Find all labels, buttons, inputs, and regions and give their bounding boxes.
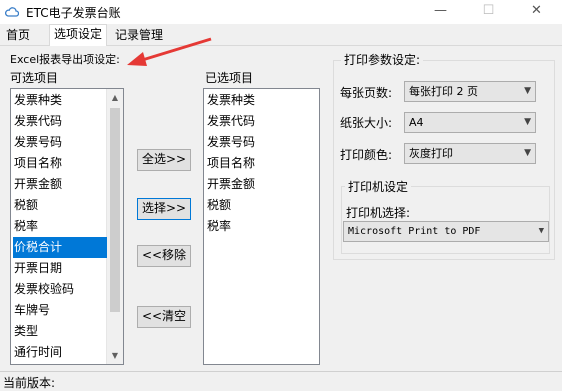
- print-color-label: 打印颜色:: [340, 148, 393, 162]
- remove-button[interactable]: <<移除: [137, 245, 191, 267]
- tab-home[interactable]: 首页: [2, 26, 34, 46]
- selected-list-item[interactable]: 项目名称: [206, 153, 318, 174]
- printer-select[interactable]: Microsoft Print to PDF ▼: [343, 221, 549, 242]
- copies-select[interactable]: 每张打印 2 页 ▼: [404, 81, 536, 102]
- scroll-thumb[interactable]: [110, 108, 120, 312]
- close-icon[interactable]: ✕: [514, 0, 559, 24]
- selected-list-item[interactable]: 税率: [206, 216, 318, 237]
- available-list-item[interactable]: 价税合计: [13, 237, 107, 258]
- print-settings-title: 打印参数设定:: [341, 51, 424, 68]
- selected-items-label: 已选项目: [205, 71, 254, 85]
- window-title: ETC电子发票台账: [26, 6, 121, 20]
- select-button[interactable]: 选择>>: [137, 198, 191, 220]
- paper-size-label: 纸张大小:: [340, 116, 393, 130]
- available-list-item[interactable]: 类型: [13, 321, 107, 342]
- printer-value: Microsoft Print to PDF: [348, 226, 481, 237]
- available-list-item[interactable]: 项目名称: [13, 153, 107, 174]
- available-items-list[interactable]: ▲ ▼ 发票种类 发票代码 发票号码 项目名称 开票金额 税额 税率 价税合计 开票日期 发票校验…: [10, 88, 124, 365]
- available-list-item[interactable]: 发票种类: [13, 90, 107, 111]
- clear-button[interactable]: <<清空: [137, 306, 191, 328]
- version-label: 当前版本:: [3, 376, 56, 390]
- printer-select-label: 打印机选择:: [346, 206, 411, 220]
- available-list-item[interactable]: 发票号码: [13, 132, 107, 153]
- app-cloud-icon: [5, 7, 19, 17]
- selected-list-item[interactable]: 发票种类: [206, 90, 318, 111]
- selected-list-item[interactable]: 发票代码: [206, 111, 318, 132]
- chevron-down-icon: ▼: [524, 148, 531, 158]
- selected-items-list[interactable]: 发票种类 发票代码 发票号码 项目名称 开票金额 税额 税率: [203, 88, 320, 365]
- title-bar: ETC电子发票台账 — ☐ ✕: [0, 0, 562, 24]
- available-list-item[interactable]: 发票代码: [13, 111, 107, 132]
- select-all-button[interactable]: 全选>>: [137, 149, 191, 171]
- selected-list-item[interactable]: 税额: [206, 195, 318, 216]
- chevron-down-icon: ▼: [538, 226, 544, 236]
- available-list-scrollbar[interactable]: ▲ ▼: [106, 89, 123, 364]
- available-items-label: 可选项目: [10, 71, 59, 85]
- excel-export-title: Excel报表导出项设定:: [10, 53, 120, 66]
- tab-records[interactable]: 记录管理: [111, 26, 167, 46]
- scroll-up-icon[interactable]: ▲: [107, 89, 123, 106]
- tab-bar: 首页 选项设定 记录管理: [0, 24, 562, 47]
- copies-value: 每张打印 2 页: [409, 85, 478, 98]
- chevron-down-icon: ▼: [524, 86, 531, 96]
- available-list-item[interactable]: 车牌号: [13, 300, 107, 321]
- copies-label: 每张页数:: [340, 86, 393, 100]
- selected-list-item[interactable]: 开票金额: [206, 174, 318, 195]
- printer-settings-title: 打印机设定: [345, 178, 412, 195]
- minimize-icon[interactable]: —: [418, 0, 463, 24]
- print-color-value: 灰度打印: [409, 147, 453, 160]
- tab-options[interactable]: 选项设定: [49, 24, 108, 47]
- available-list-item[interactable]: 开票金额: [13, 174, 107, 195]
- paper-size-value: A4: [409, 116, 424, 129]
- available-list-item[interactable]: 税率: [13, 216, 107, 237]
- selected-list-item[interactable]: 发票号码: [206, 132, 318, 153]
- scroll-down-icon[interactable]: ▼: [107, 347, 123, 364]
- paper-size-select[interactable]: A4 ▼: [404, 112, 536, 133]
- chevron-down-icon: ▼: [524, 117, 531, 127]
- available-list-item[interactable]: 通行时间: [13, 342, 107, 363]
- print-color-select[interactable]: 灰度打印 ▼: [404, 143, 536, 164]
- available-list-item[interactable]: 税额: [13, 195, 107, 216]
- available-list-item[interactable]: 开票日期: [13, 258, 107, 279]
- maximize-icon[interactable]: ☐: [466, 0, 511, 24]
- status-bar: 当前版本:: [0, 371, 562, 391]
- available-list-item[interactable]: 发票校验码: [13, 279, 107, 300]
